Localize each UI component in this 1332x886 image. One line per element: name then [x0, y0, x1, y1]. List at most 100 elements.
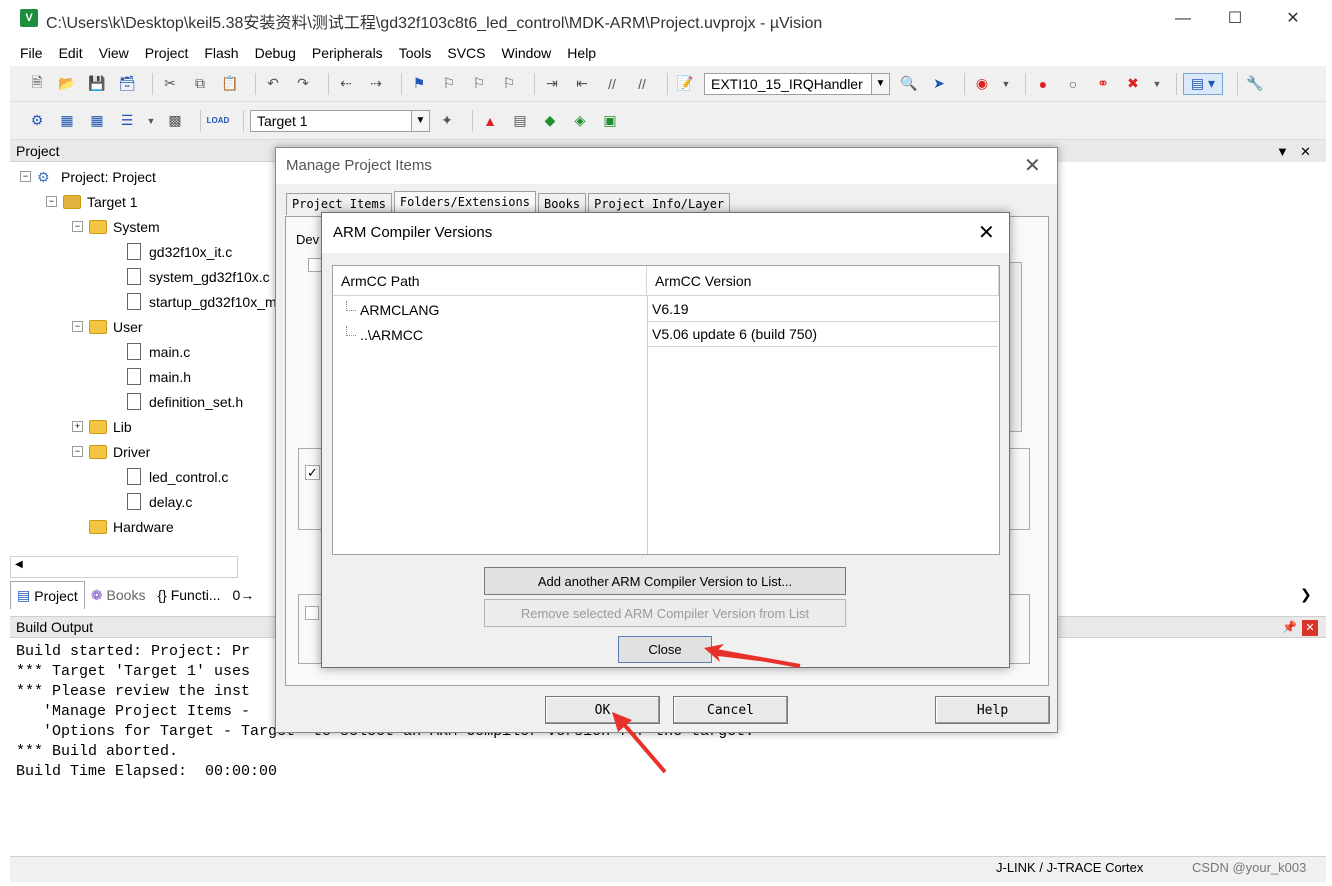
compiler-path-cell[interactable]: ARMCLANG	[346, 297, 644, 322]
redo-icon[interactable]: ↷	[292, 73, 314, 95]
expand-icon[interactable]: +	[72, 421, 83, 432]
menu-debug[interactable]: Debug	[255, 45, 296, 61]
minimize-icon[interactable]: —	[1160, 4, 1206, 34]
unindent-icon[interactable]: ⇤	[571, 73, 593, 95]
stop-build-icon[interactable]: ▩	[164, 110, 186, 132]
navigate-forward-icon[interactable]: ⇢	[365, 73, 387, 95]
configure-icon[interactable]: 🔧	[1244, 73, 1266, 95]
menu-tools[interactable]: Tools	[399, 45, 432, 61]
function-combo[interactable]: EXTI10_15_IRQHandler ▼	[704, 72, 890, 95]
compiler-version-cell[interactable]: V5.06 update 6 (build 750)	[648, 322, 998, 347]
chevron-down-icon[interactable]: ▼	[411, 110, 429, 131]
comment-icon[interactable]: //	[601, 73, 623, 95]
menu-help[interactable]: Help	[567, 45, 596, 61]
window-layout-icon[interactable]: ▤ ▾	[1183, 72, 1223, 95]
options-for-target-icon[interactable]: ✦	[436, 110, 458, 132]
collapse-icon[interactable]: −	[20, 171, 31, 182]
tree-item[interactable]: + Lib	[72, 414, 132, 439]
tree-item[interactable]: main.h	[110, 364, 191, 389]
collapse-icon[interactable]: −	[72, 321, 83, 332]
tree-item[interactable]: definition_set.h	[110, 389, 243, 414]
compiler-version-cell[interactable]: V6.19	[648, 297, 998, 322]
menu-window[interactable]: Window	[502, 45, 552, 61]
menu-project[interactable]: Project	[145, 45, 189, 61]
tree-item[interactable]: − Driver	[72, 439, 150, 464]
collapse-icon[interactable]: −	[72, 446, 83, 457]
breakpoint-icon[interactable]: ●	[1032, 73, 1054, 95]
pack-installer-icon[interactable]: ◈	[569, 110, 591, 132]
scroll-right-icon[interactable]: ❯	[1300, 586, 1312, 603]
maximize-icon[interactable]: ☐	[1212, 4, 1258, 34]
chevron-down-icon[interactable]: ▼	[1001, 73, 1011, 95]
copy-icon[interactable]: ⧉	[189, 73, 211, 95]
tab-functions[interactable]: {} Functi...	[151, 581, 226, 609]
tree-item[interactable]: − ⚙ Project: Project	[20, 164, 156, 189]
open-folder-icon[interactable]: 📂	[56, 73, 78, 95]
tree-item[interactable]: gd32f10x_it.c	[110, 239, 232, 264]
next-bookmark-icon[interactable]: ⚐	[468, 73, 490, 95]
new-file-icon[interactable]: 🗎	[26, 73, 48, 95]
software-packs-icon[interactable]: ▣	[599, 110, 621, 132]
disable-all-breakpoints-icon[interactable]: ⚭	[1092, 73, 1114, 95]
add-compiler-button[interactable]: Add another ARM Compiler Version to List…	[484, 567, 846, 595]
find-icon[interactable]: 🔍	[898, 73, 920, 95]
uncomment-icon[interactable]: //	[631, 73, 653, 95]
pin-icon[interactable]: 📌	[1282, 620, 1297, 634]
build-icon[interactable]: ▦	[56, 110, 78, 132]
column-header-path[interactable]: ArmCC Path	[333, 266, 647, 296]
select-packs-icon[interactable]: ▤	[509, 110, 531, 132]
tree-item[interactable]: led_control.c	[110, 464, 228, 489]
batch-build-icon[interactable]: ☰	[116, 110, 138, 132]
collapse-icon[interactable]: −	[46, 196, 57, 207]
paste-icon[interactable]: 📋	[219, 73, 241, 95]
ok-button[interactable]: OK	[545, 696, 660, 724]
help-button[interactable]: Help	[935, 696, 1050, 724]
close-button[interactable]: Close	[618, 636, 712, 663]
menu-peripherals[interactable]: Peripherals	[312, 45, 383, 61]
find-in-files-icon[interactable]: 📝	[674, 73, 696, 95]
chevron-down-icon[interactable]: ▼	[146, 110, 156, 132]
indent-icon[interactable]: ⇥	[541, 73, 563, 95]
tab-templates[interactable]: 0→	[227, 581, 261, 609]
compiler-path-cell[interactable]: ..\ARMCC	[346, 322, 644, 347]
target-combo[interactable]: Target 1 ▼	[250, 109, 430, 132]
collapse-icon[interactable]: −	[72, 221, 83, 232]
menu-file[interactable]: File	[20, 45, 43, 61]
navigate-back-icon[interactable]: ⇠	[335, 73, 357, 95]
clear-bookmarks-icon[interactable]: ⚐	[498, 73, 520, 95]
checked-checkbox[interactable]: ✓	[305, 465, 320, 480]
cut-icon[interactable]: ✂	[159, 73, 181, 95]
prev-bookmark-icon[interactable]: ⚐	[438, 73, 460, 95]
tree-item[interactable]: − System	[72, 214, 160, 239]
save-all-icon[interactable]: 🗃	[116, 73, 138, 95]
arm-dialog-close-icon[interactable]: ✕	[978, 220, 995, 245]
scroll-left-icon[interactable]: ◀	[15, 559, 23, 570]
menu-flash[interactable]: Flash	[204, 45, 238, 61]
tree-item[interactable]: − Target 1	[46, 189, 138, 214]
tree-item[interactable]: startup_gd32f10x_m	[110, 289, 277, 314]
debug-session-icon[interactable]: ◉	[971, 73, 993, 95]
kill-breakpoints-icon[interactable]: ✖	[1122, 73, 1144, 95]
cancel-button[interactable]: Cancel	[673, 696, 788, 724]
dropdown-arrow-icon[interactable]: ▼	[1276, 144, 1289, 159]
close-window-icon[interactable]: ✕	[1270, 4, 1316, 34]
manage-dialog-close-icon[interactable]: ✕	[1024, 153, 1041, 178]
disable-breakpoint-icon[interactable]: ○	[1062, 73, 1084, 95]
manage-run-time-environment-icon[interactable]: ◆	[539, 110, 561, 132]
menu-edit[interactable]: Edit	[59, 45, 83, 61]
chevron-down-icon[interactable]: ▼	[871, 73, 889, 94]
close-build-output-icon[interactable]: ✕	[1302, 620, 1318, 636]
menu-view[interactable]: View	[99, 45, 129, 61]
bookmark-icon[interactable]: ⚑	[408, 73, 430, 95]
download-load-icon[interactable]: LOAD	[207, 110, 230, 132]
tree-item[interactable]: system_gd32f10x.c	[110, 264, 270, 289]
tab-books[interactable]: ❁ Books	[85, 581, 152, 609]
checkbox[interactable]	[308, 258, 322, 272]
chevron-down-icon[interactable]: ▼	[1152, 73, 1162, 95]
checkbox[interactable]	[305, 606, 319, 620]
incremental-find-icon[interactable]: ➤	[928, 73, 950, 95]
tree-item[interactable]: delay.c	[110, 489, 192, 514]
save-icon[interactable]: 💾	[86, 73, 108, 95]
manage-project-items-icon[interactable]: ▲	[479, 110, 501, 132]
rebuild-icon[interactable]: ▦	[86, 110, 108, 132]
